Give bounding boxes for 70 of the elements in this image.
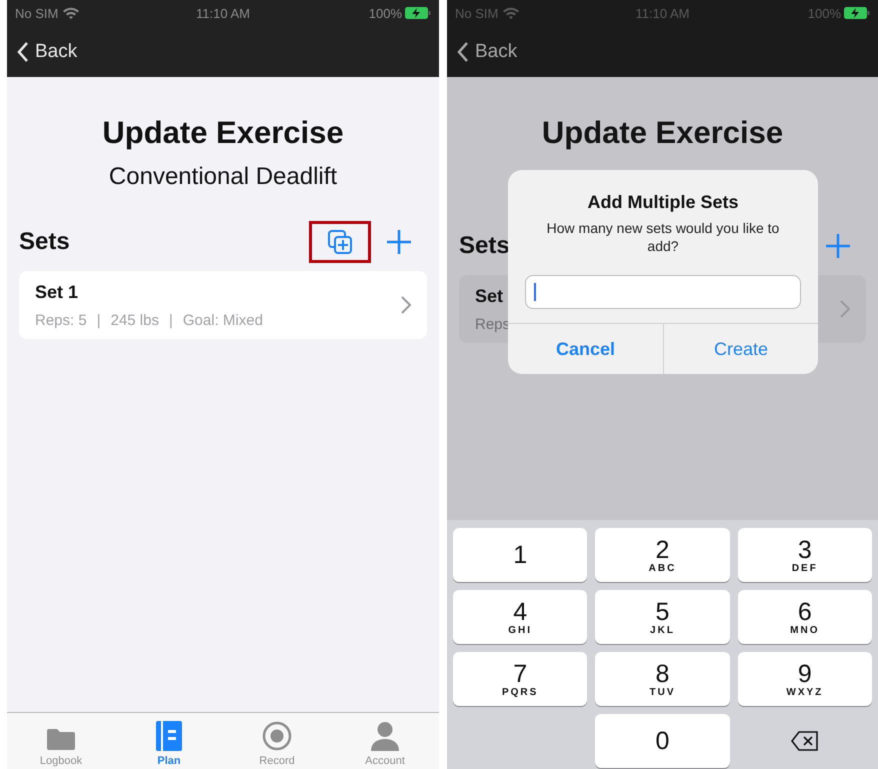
key-letters: ABC xyxy=(648,562,676,574)
set-detail: Reps xyxy=(475,316,510,332)
key-letters: WXYZ xyxy=(786,686,824,698)
key-digit: 8 xyxy=(656,660,670,686)
key-letters: MNO xyxy=(790,624,820,636)
key-digit: 9 xyxy=(798,660,812,686)
keypad-key[interactable]: 4 GHI xyxy=(453,590,588,644)
add-icon xyxy=(825,233,851,259)
set-detail: Reps: 5 xyxy=(35,312,87,328)
keypad-key[interactable]: 6 MNO xyxy=(738,590,872,644)
keypad-key[interactable]: 3 DEF xyxy=(738,528,872,582)
set-detail: Goal: Mixed xyxy=(182,312,263,328)
chevron-right-icon xyxy=(401,296,411,314)
key-digit: 3 xyxy=(798,536,812,562)
input-field[interactable] xyxy=(525,275,801,309)
dialog-title: Add Multiple Sets xyxy=(587,192,738,213)
keypad-key[interactable]: 1 xyxy=(453,528,588,582)
set-card[interactable]: Set 1 Reps: 5 | 245 lbs | Goal: Mixed xyxy=(19,271,427,339)
chevron-right-icon xyxy=(840,300,850,318)
key-letters: PQRS xyxy=(502,686,538,698)
key-letters: DEF xyxy=(792,562,818,574)
backspace-icon xyxy=(790,731,819,751)
key-letters: JKL xyxy=(650,624,675,636)
back-button[interactable]: Back xyxy=(17,40,78,62)
section-title: Sets xyxy=(19,228,70,256)
screen-title: Update Exercise xyxy=(540,115,784,151)
key-digit: 7 xyxy=(513,660,528,686)
back-button[interactable]: Back xyxy=(457,40,518,62)
duplicate-icon xyxy=(326,228,354,256)
keypad-key[interactable]: 0 xyxy=(595,714,730,768)
separator: | xyxy=(96,312,101,328)
battery-icon xyxy=(844,7,870,19)
key-digit: 4 xyxy=(513,598,528,624)
carrier-label: No SIM xyxy=(15,6,58,20)
key-digit: 1 xyxy=(513,542,528,568)
set-name: Set 1 xyxy=(35,282,78,302)
wifi-icon xyxy=(63,7,80,19)
keypad-key[interactable]: 8 TUV xyxy=(595,652,730,706)
key-digit: 6 xyxy=(798,598,812,624)
person-icon xyxy=(370,721,400,751)
add-icon xyxy=(386,229,412,255)
wifi-icon xyxy=(503,7,520,19)
exercise-name: Conventional Deadlift xyxy=(108,163,338,191)
section-title: Sets xyxy=(459,232,510,260)
key-digit: 5 xyxy=(656,598,670,624)
separator: | xyxy=(168,312,173,328)
set-name: Set xyxy=(475,286,504,306)
clock-time: 11:10 AM xyxy=(196,6,250,20)
key-letters: GHI xyxy=(508,624,532,636)
key-digit: 2 xyxy=(656,536,670,562)
keypad-key[interactable]: 5 JKL xyxy=(595,590,730,644)
battery-percent: 100% xyxy=(808,6,841,20)
keypad-key[interactable]: 7 PQRS xyxy=(453,652,588,706)
keypad-key[interactable]: 2 ABC xyxy=(595,528,730,582)
set-detail: 245 lbs xyxy=(110,312,159,328)
chevron-left-icon xyxy=(457,42,469,62)
battery-percent: 100% xyxy=(368,6,402,20)
clock-time: 11:10 AM xyxy=(636,6,690,20)
screen-title: Update Exercise xyxy=(101,115,345,151)
add-multiple-button[interactable] xyxy=(309,221,371,263)
carrier-label: No SIM xyxy=(455,6,498,20)
keypad-key[interactable]: 9 WXYZ xyxy=(738,652,872,706)
dialog-message: How many new sets would you like to add? xyxy=(546,219,780,255)
battery-icon xyxy=(405,7,431,19)
folder-icon xyxy=(46,727,76,751)
chevron-left-icon xyxy=(17,42,29,62)
key-digit: 0 xyxy=(656,728,670,754)
key-letters: TUV xyxy=(649,686,676,698)
record-icon xyxy=(262,721,292,751)
notebook-icon xyxy=(156,721,182,751)
